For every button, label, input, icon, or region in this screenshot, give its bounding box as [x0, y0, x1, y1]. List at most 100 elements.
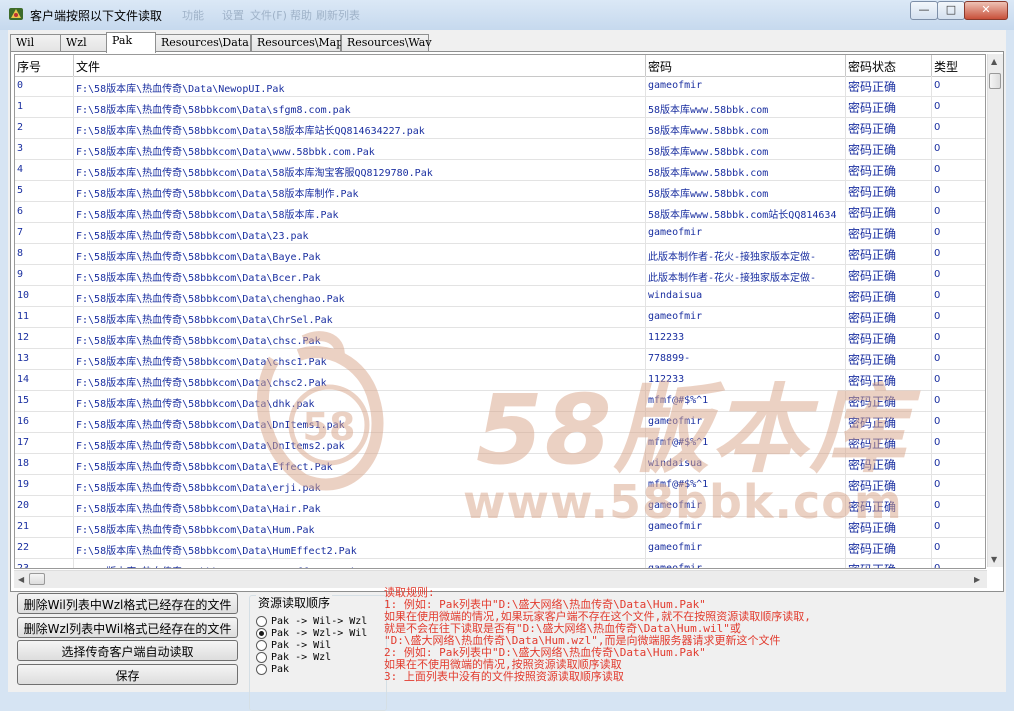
table-row[interactable]: 13 F:\58版本库\热血传奇\58bbkcom\Data\chsc1.Pak 7…: [15, 349, 985, 370]
tab-wil[interactable]: Wil: [10, 34, 61, 52]
table-row[interactable]: 15 F:\58版本库\热血传奇\58bbkcom\Data\dhk.pak mfm…: [15, 391, 985, 412]
cell-file: F:\58版本库\热血传奇\58bbkcom\Data\chenghao.Pak: [74, 286, 646, 306]
tab-wzl[interactable]: Wzl: [60, 34, 108, 52]
scroll-up-icon[interactable]: ▲: [991, 57, 997, 66]
table-row[interactable]: 3 F:\58版本库\热血传奇\58bbkcom\Data\www.58bbk.c…: [15, 139, 985, 160]
maximize-icon: □: [945, 3, 957, 16]
cell-index: 1: [15, 97, 74, 117]
cell-type: 0: [932, 244, 985, 264]
table-row[interactable]: 21 F:\58版本库\热血传奇\58bbkcom\Data\Hum.Pak gam…: [15, 517, 985, 538]
table-row[interactable]: 23F:\58版本库\热血传奇\58bbkcom\Data\HumEffect3…: [15, 559, 985, 568]
cell-type: 0: [932, 118, 985, 138]
cell-index: 13: [15, 349, 74, 369]
cell-password-status: 密码正确: [846, 307, 932, 327]
header-file[interactable]: 文件: [74, 55, 646, 76]
cell-index: 11: [15, 307, 74, 327]
cell-index: 12: [15, 328, 74, 348]
header-password-status[interactable]: 密码状态: [846, 55, 932, 76]
cell-file: F:\58版本库\热血传奇\58bbkcom\Data\Baye.Pak: [74, 244, 646, 264]
table-row[interactable]: 1 F:\58版本库\热血传奇\58bbkcom\Data\sfgm8.com.p…: [15, 97, 985, 118]
header-type[interactable]: 类型: [932, 55, 985, 76]
cell-type: 0: [932, 286, 985, 306]
read-order-option[interactable]: Pak -> Wil: [256, 638, 331, 651]
header-index[interactable]: 序号: [15, 55, 74, 76]
rule-line: 3: 上面列表中没有的文件按照资源读取顺序读取: [384, 670, 624, 683]
table-row[interactable]: 7 F:\58版本库\热血传奇\58bbkcom\Data\23.pak gameo…: [15, 223, 985, 244]
cell-index: 23: [15, 559, 74, 568]
cell-type: 0: [932, 391, 985, 411]
cell-file: F:\58版本库\热血传奇\58bbkcom\Data\DnItems1.pak: [74, 412, 646, 432]
cell-password-status: 密码正确: [846, 181, 932, 201]
cell-password: 58版本库www.58bbk.com: [646, 181, 846, 201]
cell-type: 0: [932, 76, 985, 96]
cell-password: mfmf@#$%^1: [646, 475, 846, 495]
header-password[interactable]: 密码: [646, 55, 846, 76]
cell-password-status: 密码正确: [846, 97, 932, 117]
cell-file: F:\58版本库\热血传奇\58bbkcom\Data\Effect.Pak: [74, 454, 646, 474]
table-row[interactable]: 11 F:\58版本库\热血传奇\58bbkcom\Data\ChrSel.Pak…: [15, 307, 985, 328]
close-icon: ✕: [981, 3, 991, 16]
read-order-title: 资源读取顺序: [256, 594, 333, 611]
cell-index: 14: [15, 370, 74, 390]
cell-file: F:\58版本库\热血传奇\Data\NewopUI.Pak: [74, 76, 646, 96]
table-row[interactable]: 0 F:\58版本库\热血传奇\Data\NewopUI.Pak gameofmir…: [15, 76, 985, 97]
cell-index: 17: [15, 433, 74, 453]
table-row[interactable]: 8 F:\58版本库\热血传奇\58bbkcom\Data\Baye.Pak 此版本…: [15, 244, 985, 265]
cell-file: F:\58版本库\热血传奇\58bbkcom\Data\ChrSel.Pak: [74, 307, 646, 327]
table-row[interactable]: 12 F:\58版本库\热血传奇\58bbkcom\Data\chsc.Pak 11…: [15, 328, 985, 349]
tab-resources-wav[interactable]: Resources\Wav: [341, 34, 432, 52]
maximize-button[interactable]: □: [937, 1, 965, 20]
tab-pak[interactable]: Pak: [106, 32, 156, 53]
pak-file-table[interactable]: 序号 文件 密码 密码状态 类型 0 F:\58版本库\热血传奇\Data\New…: [14, 54, 986, 569]
cell-type: 0: [932, 433, 985, 453]
horizontal-scrollbar[interactable]: ◀ ▶: [14, 570, 987, 588]
read-order-option[interactable]: Pak: [256, 662, 289, 675]
cell-file: F:\58版本库\热血传奇\58bbkcom\Data\58版本库站长QQ814…: [74, 118, 646, 138]
cell-index: 20: [15, 496, 74, 516]
scroll-left-icon[interactable]: ◀: [18, 575, 24, 584]
cell-password-status: 密码正确: [846, 517, 932, 537]
table-row[interactable]: 22 F:\58版本库\热血传奇\58bbkcom\Data\HumEffect2…: [15, 538, 985, 559]
table-row[interactable]: 19 F:\58版本库\热血传奇\58bbkcom\Data\erji.pak mf…: [15, 475, 985, 496]
scroll-right-icon[interactable]: ▶: [974, 575, 980, 584]
cell-password: gameofmir: [646, 559, 846, 568]
read-order-option[interactable]: Pak -> Wzl: [256, 650, 331, 663]
delete-wzl-duplicates-button[interactable]: 删除Wzl列表中Wil格式已经存在的文件: [17, 617, 238, 638]
tab-resources-map[interactable]: Resources\Map: [251, 34, 343, 52]
table-row[interactable]: 4 F:\58版本库\热血传奇\58bbkcom\Data\58版本库淘宝客服QQ…: [15, 160, 985, 181]
cell-password-status: 密码正确: [846, 244, 932, 264]
read-order-option[interactable]: Pak -> Wil-> Wzl: [256, 614, 367, 627]
vertical-scrollbar[interactable]: ▲ ▼: [987, 54, 1003, 567]
table-row[interactable]: 20 F:\58版本库\热血传奇\58bbkcom\Data\Hair.Pak ga…: [15, 496, 985, 517]
minimize-button[interactable]: —: [910, 1, 938, 20]
table-row[interactable]: 16 F:\58版本库\热血传奇\58bbkcom\Data\DnItems1.p…: [15, 412, 985, 433]
save-button[interactable]: 保存: [17, 664, 238, 685]
cell-password-status: 密码正确: [846, 286, 932, 306]
scroll-down-icon[interactable]: ▼: [991, 555, 997, 564]
table-row[interactable]: 2 F:\58版本库\热血传奇\58bbkcom\Data\58版本库站长QQ81…: [15, 118, 985, 139]
cell-type: 0: [932, 370, 985, 390]
cell-type: 0: [932, 454, 985, 474]
cell-password: gameofmir: [646, 223, 846, 243]
minimize-icon: —: [918, 3, 930, 16]
cell-password: windaisua: [646, 454, 846, 474]
table-row[interactable]: 9 F:\58版本库\热血传奇\58bbkcom\Data\Bcer.Pak 此版本…: [15, 265, 985, 286]
table-row[interactable]: 18 F:\58版本库\热血传奇\58bbkcom\Data\Effect.Pak…: [15, 454, 985, 475]
cell-password-status: 密码正确: [846, 349, 932, 369]
cell-file: F:\58版本库\热血传奇\58bbkcom\Data\sfgm8.com.pa…: [74, 97, 646, 117]
table-row[interactable]: 6 F:\58版本库\热血传奇\58bbkcom\Data\58版本库.Pak 58…: [15, 202, 985, 223]
radio-button-icon[interactable]: [256, 664, 267, 675]
horizontal-scroll-thumb[interactable]: [29, 573, 45, 585]
close-button[interactable]: ✕: [964, 1, 1008, 20]
table-row[interactable]: 5 F:\58版本库\热血传奇\58bbkcom\Data\58版本库制作.Pak…: [15, 181, 985, 202]
cell-password: mfmf@#$%^1: [646, 391, 846, 411]
ghost-menu-3: 文件(F): [250, 9, 287, 22]
read-order-option[interactable]: Pak -> Wzl-> Wil: [256, 626, 367, 639]
table-row[interactable]: 14 F:\58版本库\热血传奇\58bbkcom\Data\chsc2.Pak 1…: [15, 370, 985, 391]
vertical-scroll-thumb[interactable]: [989, 73, 1001, 89]
tab-resources-data[interactable]: Resources\Data: [155, 34, 251, 52]
auto-read-client-button[interactable]: 选择传奇客户端自动读取: [17, 640, 238, 661]
table-row[interactable]: 17 F:\58版本库\热血传奇\58bbkcom\Data\DnItems2.p…: [15, 433, 985, 454]
delete-wil-duplicates-button[interactable]: 删除Wil列表中Wzl格式已经存在的文件: [17, 593, 238, 614]
table-row[interactable]: 10 F:\58版本库\热血传奇\58bbkcom\Data\chenghao.P…: [15, 286, 985, 307]
